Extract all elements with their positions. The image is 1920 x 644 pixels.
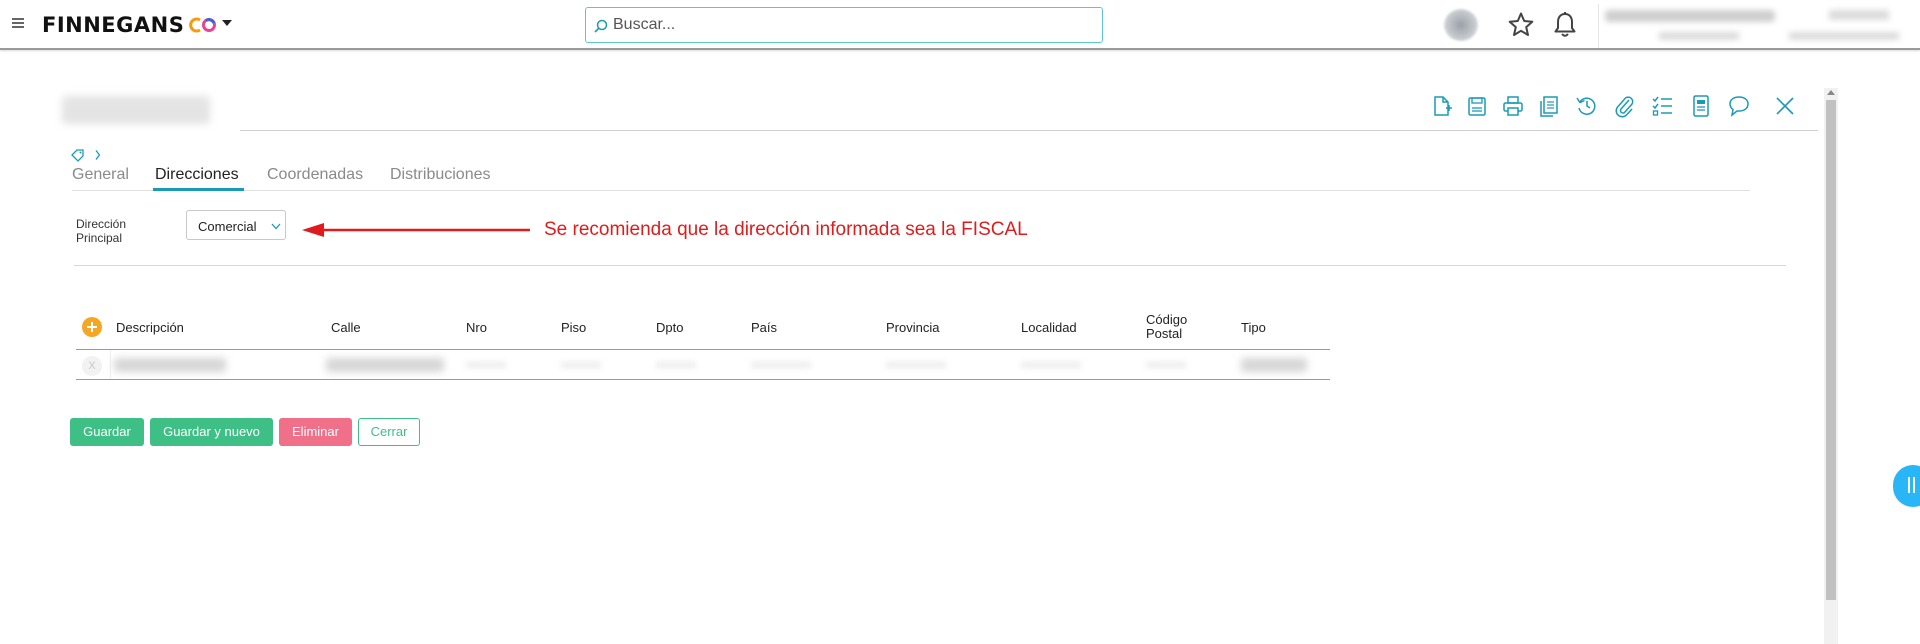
col-tipo: Tipo [1241, 320, 1266, 335]
scroll-up-icon[interactable] [1827, 90, 1835, 95]
delete-row-button[interactable]: X [82, 356, 102, 376]
scrollbar-thumb[interactable] [1826, 100, 1836, 600]
table-cell-descripcion[interactable] [114, 358, 226, 372]
col-dpto: Dpto [656, 320, 684, 335]
report-icon[interactable] [1688, 93, 1714, 119]
chevron-right-icon [95, 150, 101, 160]
table-cell-calle[interactable] [326, 358, 444, 372]
section-divider [74, 265, 1786, 266]
checklist-icon[interactable] [1650, 93, 1676, 119]
col-provincia: Provincia [886, 320, 940, 335]
row-separator [110, 350, 111, 379]
table-cell-dpto[interactable] [656, 362, 696, 368]
col-localidad: Localidad [1021, 320, 1077, 335]
bell-icon[interactable] [1552, 11, 1578, 39]
table-cell-nro[interactable] [466, 362, 506, 368]
col-codigo-postal: Código Postal [1146, 312, 1188, 341]
tag-icon [71, 149, 84, 162]
tabs-divider [72, 190, 1750, 191]
table-cell-provincia[interactable] [886, 362, 946, 368]
tab-general[interactable]: General [72, 166, 129, 184]
col-descripcion: Descripción [116, 320, 184, 335]
user-menu[interactable] [1598, 4, 1918, 48]
save-icon[interactable] [1464, 93, 1490, 119]
tab-coordenadas[interactable]: Coordenadas [267, 166, 363, 184]
save-and-new-button[interactable]: Guardar y nuevo [150, 418, 273, 446]
table-cell-tipo[interactable] [1241, 358, 1307, 372]
table-cell-pais[interactable] [751, 362, 811, 368]
search-icon [594, 19, 608, 33]
tab-distribuciones[interactable]: Distribuciones [390, 166, 490, 184]
table-cell-localidad[interactable] [1021, 362, 1081, 368]
print-icon[interactable] [1500, 93, 1526, 119]
annotation-arrow [302, 223, 530, 237]
side-panel-handle[interactable] [1893, 465, 1920, 507]
logo-text[interactable]: FINNEGANS [42, 13, 184, 37]
direccion-principal-label: Dirección Principal [76, 217, 127, 245]
status-widget[interactable] [1444, 9, 1478, 41]
col-pais: País [751, 320, 778, 335]
new-document-icon[interactable] [1428, 93, 1454, 119]
menu-icon[interactable] [12, 18, 24, 28]
top-bar: FINNEGANS [0, 0, 1920, 50]
chevron-down-icon [271, 223, 281, 230]
table-cell-codigo-postal[interactable] [1146, 362, 1186, 368]
table-header-line [76, 349, 1330, 350]
delete-button[interactable]: Eliminar [279, 418, 352, 446]
annotation-text: Se recomienda que la dirección informada… [544, 219, 1028, 240]
close-button[interactable]: Cerrar [358, 418, 420, 446]
logo-dropdown-icon[interactable] [222, 20, 232, 26]
direccion-principal-value: Comercial [198, 219, 257, 234]
table-row-line [76, 379, 1330, 380]
star-icon[interactable] [1507, 11, 1535, 39]
col-calle: Calle [331, 320, 361, 335]
save-button[interactable]: Guardar [70, 418, 144, 446]
breadcrumb[interactable] [70, 148, 110, 162]
direccion-principal-select[interactable]: Comercial [186, 210, 286, 240]
search-box[interactable] [585, 7, 1103, 43]
close-icon[interactable] [1772, 93, 1798, 119]
col-nro: Nro [466, 320, 487, 335]
table-cell-piso[interactable] [561, 362, 601, 368]
active-tab-indicator [153, 188, 244, 191]
page-title [62, 96, 210, 124]
tab-direcciones[interactable]: Direcciones [155, 166, 239, 184]
history-icon[interactable] [1574, 93, 1600, 119]
comment-icon[interactable] [1726, 93, 1752, 119]
search-input[interactable] [613, 14, 1093, 36]
attach-icon[interactable] [1612, 93, 1638, 119]
col-piso: Piso [561, 320, 587, 335]
add-row-button[interactable] [82, 317, 102, 337]
logo-co-icon [189, 17, 216, 33]
title-divider [240, 130, 1818, 131]
copy-icon[interactable] [1536, 93, 1562, 119]
